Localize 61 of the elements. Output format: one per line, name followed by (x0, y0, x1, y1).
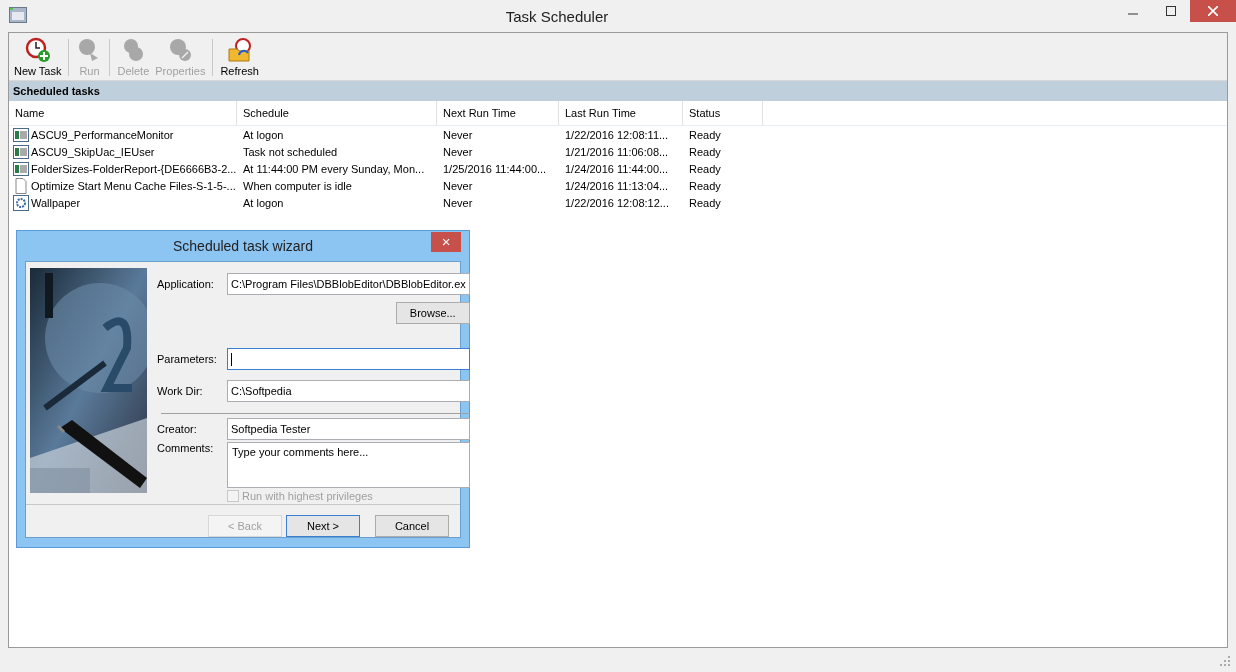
clock-plus-icon (24, 37, 51, 63)
checkbox-label: Run with highest privileges (242, 490, 373, 503)
table-cell-text: At logon (242, 128, 285, 141)
input-field[interactable]: Softpedia Tester (227, 417, 470, 440)
input-field[interactable]: C:\Softpedia (227, 379, 470, 402)
window-icon (13, 127, 29, 142)
task-name[interactable]: Optimize Start Menu Cache Files-S-1-5-... (30, 179, 236, 192)
table-cell-text: 1/24/2016 11:13:04... (564, 179, 670, 192)
dialog-title: Scheduled task wizard (172, 238, 314, 254)
task-name[interactable]: ASCU9_PerformanceMonitor (30, 128, 174, 141)
window-icon (13, 161, 29, 176)
input-field[interactable] (227, 348, 470, 371)
table-cell-text: Never (442, 128, 474, 141)
table-cell-text: Never (442, 179, 474, 192)
close-icon (1208, 6, 1218, 16)
table-cell-text: Ready (688, 196, 722, 209)
table-cell-text: Never (442, 196, 474, 209)
close-button[interactable]: × (431, 232, 461, 252)
column-header[interactable]: Name (9, 101, 237, 125)
field-label: Parameters: (157, 353, 218, 366)
field-label: Application: (157, 277, 215, 290)
table-cell-text: 1/24/2016 11:44:00... (564, 162, 670, 175)
field-label: Comments: (157, 442, 215, 455)
close-button[interactable] (1190, 0, 1236, 22)
table-cell-text: 1/25/2016 11:44:00... (442, 162, 548, 175)
table-cell-text: Ready (688, 162, 722, 175)
column-header[interactable]: Last Run Time (559, 101, 683, 125)
field-label: Work Dir: (157, 384, 204, 397)
table-cell-text: 1/22/2016 12:08:12... (564, 196, 670, 209)
input-field[interactable]: C:\Program Files\DBBlobEditor\DBBlobEditor.ex (227, 272, 470, 295)
toolbar-button[interactable]: New Task (11, 35, 65, 80)
maximize-icon[interactable] (1166, 6, 1176, 16)
table-cell-text: Ready (688, 145, 722, 158)
column-header[interactable]: Schedule (237, 101, 437, 125)
task-name[interactable]: Wallpaper (30, 196, 81, 209)
comments-field[interactable]: Type your comments here... (227, 442, 470, 489)
table-cell-text: When computer is idle (242, 179, 353, 192)
table-cell-text: Ready (688, 128, 722, 141)
field-label: Creator: (157, 422, 198, 435)
table-cell-text: 1/21/2016 11:06:08... (564, 145, 670, 158)
table-cell-text: Ready (688, 179, 722, 192)
resize-grip-icon[interactable] (1220, 656, 1230, 666)
column-header[interactable]: Status (683, 101, 763, 125)
file-icon (13, 177, 29, 194)
window-icon (13, 144, 29, 159)
table-cell-text: At 11:44:00 PM every Sunday, Mon... (242, 162, 426, 175)
app-icon (9, 7, 27, 23)
column-header[interactable]: Next Run Time (437, 101, 559, 125)
folder-clock-icon (226, 37, 253, 63)
panel-header: Scheduled tasks (9, 80, 1227, 101)
toolbar-button[interactable]: Refresh (217, 35, 262, 80)
table-cell-text: Never (442, 145, 474, 158)
window-title: Task Scheduler (505, 7, 609, 25)
dialog-button[interactable]: Next > (286, 515, 360, 537)
task-name[interactable]: FolderSizes-FolderReport-{DE6666B3-2... (30, 162, 237, 175)
table-cell-text: Task not scheduled (242, 145, 339, 158)
task-name[interactable]: ASCU9_SkipUac_IEUser (30, 145, 155, 158)
dialog-button[interactable]: Cancel (375, 515, 449, 537)
table-cell-text: At logon (242, 196, 285, 209)
table-cell-text: 1/22/2016 12:08:11... (564, 128, 670, 141)
browse-button[interactable]: Browse... (395, 301, 470, 324)
